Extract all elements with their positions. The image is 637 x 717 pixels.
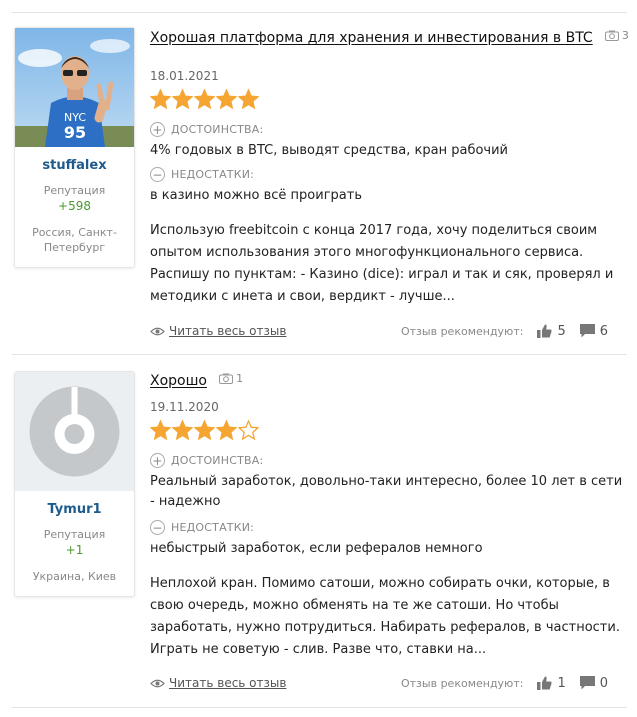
pros-label: ДОСТОИНСТВА:: [171, 454, 264, 467]
pros-label: ДОСТОИНСТВА:: [171, 123, 264, 136]
plus-icon: +: [150, 453, 165, 468]
review-title[interactable]: Хорошая платформа для хранения и инвести…: [150, 30, 593, 46]
cons-text: небыстрый заработок, если рефералов немн…: [150, 541, 483, 556]
user-card: NYC 95 stuffalex Репутация +598 Россия, …: [14, 27, 135, 268]
divider: [12, 707, 627, 708]
cons-text: в казино можно всё проиграть: [150, 188, 362, 203]
pros-header: + ДОСТОИНСТВА:: [150, 453, 628, 468]
reputation-value: +1: [65, 543, 84, 557]
thumbs-up-icon: [537, 676, 553, 690]
like-button[interactable]: 1: [537, 675, 566, 691]
pros-text: Реальный заработок, довольно-таки интере…: [150, 474, 623, 509]
plus-icon: +: [150, 122, 165, 137]
avatar[interactable]: [15, 372, 134, 491]
like-count: 1: [557, 675, 566, 691]
svg-text:95: 95: [64, 123, 86, 142]
cons-header: − НЕДОСТАТКИ:: [150, 167, 628, 182]
camera-icon: [219, 373, 234, 384]
comments-button[interactable]: 6: [579, 323, 608, 339]
like-count: 5: [557, 323, 566, 339]
comment-count: 6: [599, 323, 608, 339]
read-full-review-label: Читать весь отзыв: [169, 324, 287, 338]
review-footer: Читать весь отзыв Отзыв рекомендуют: 5 6: [150, 321, 608, 341]
eye-icon: [150, 327, 165, 335]
comment-icon: [579, 676, 595, 690]
review-date: 19.11.2020: [150, 400, 219, 414]
read-full-review-link[interactable]: Читать весь отзыв: [150, 676, 286, 690]
star-filled-icon: [216, 420, 237, 441]
cons-header: − НЕДОСТАТКИ:: [150, 520, 628, 535]
username[interactable]: stuffalex: [15, 158, 134, 173]
camera-icon: [604, 30, 619, 41]
star-filled-icon: [150, 89, 171, 110]
photo-count-value: 3: [621, 29, 629, 42]
photo-count[interactable]: 1: [219, 372, 243, 385]
minus-icon: −: [150, 520, 165, 535]
review-main: Хорошая платформа для хранения и инвести…: [150, 29, 629, 308]
username[interactable]: Tymur1: [15, 502, 134, 517]
star-filled-icon: [194, 420, 215, 441]
review-footer: Читать весь отзыв Отзыв рекомендуют: 1 0: [150, 673, 608, 693]
comments-button[interactable]: 0: [579, 675, 608, 691]
star-filled-icon: [150, 420, 171, 441]
cons-label: НЕДОСТАТКИ:: [171, 521, 255, 534]
comment-count: 0: [599, 675, 608, 691]
star-filled-icon: [238, 89, 259, 110]
read-full-review-link[interactable]: Читать весь отзыв: [150, 324, 286, 338]
avatar[interactable]: NYC 95: [15, 28, 134, 147]
eye-icon: [150, 679, 165, 687]
reputation-value: +598: [58, 199, 91, 213]
user-location: Украина, Киев: [32, 570, 117, 583]
divider-top: [12, 12, 627, 13]
divider: [12, 354, 627, 355]
review-title[interactable]: Хорошо: [150, 373, 207, 389]
recommend-label: Отзыв рекомендуют:: [400, 676, 524, 690]
review-body: Неплохой кран. Помимо сатоши, можно соби…: [150, 576, 620, 657]
pros-text: 4% годовых в BTC, выводят средства, кран…: [150, 143, 508, 158]
star-filled-icon: [216, 89, 237, 110]
review-date: 18.01.2021: [150, 69, 219, 83]
recommend-label: Отзыв рекомендуют:: [400, 324, 524, 338]
cons-label: НЕДОСТАТКИ:: [171, 168, 255, 181]
reputation-label: Репутация: [43, 528, 106, 541]
photo-count-value: 1: [236, 372, 244, 385]
reputation-label: Репутация: [43, 184, 106, 197]
pros-header: + ДОСТОИНСТВА:: [150, 122, 628, 137]
star-empty-icon: [238, 420, 259, 441]
rating-stars: [150, 89, 628, 110]
review-body: Использую freebitcoin с конца 2017 года,…: [150, 223, 614, 304]
star-filled-icon: [172, 89, 193, 110]
star-filled-icon: [194, 89, 215, 110]
user-location: Россия, Санкт-Петербург: [32, 226, 117, 254]
like-button[interactable]: 5: [537, 323, 566, 339]
user-card: Tymur1 Репутация +1 Украина, Киев: [14, 371, 135, 597]
read-full-review-label: Читать весь отзыв: [169, 676, 287, 690]
comment-icon: [579, 324, 595, 338]
rating-stars: [150, 420, 628, 441]
thumbs-up-icon: [537, 324, 553, 338]
review-main: Хорошо 1 19.11.2020 + ДОСТОИНСТВА: Реаль…: [150, 372, 628, 661]
photo-count[interactable]: 3: [604, 29, 629, 42]
star-filled-icon: [172, 420, 193, 441]
minus-icon: −: [150, 167, 165, 182]
